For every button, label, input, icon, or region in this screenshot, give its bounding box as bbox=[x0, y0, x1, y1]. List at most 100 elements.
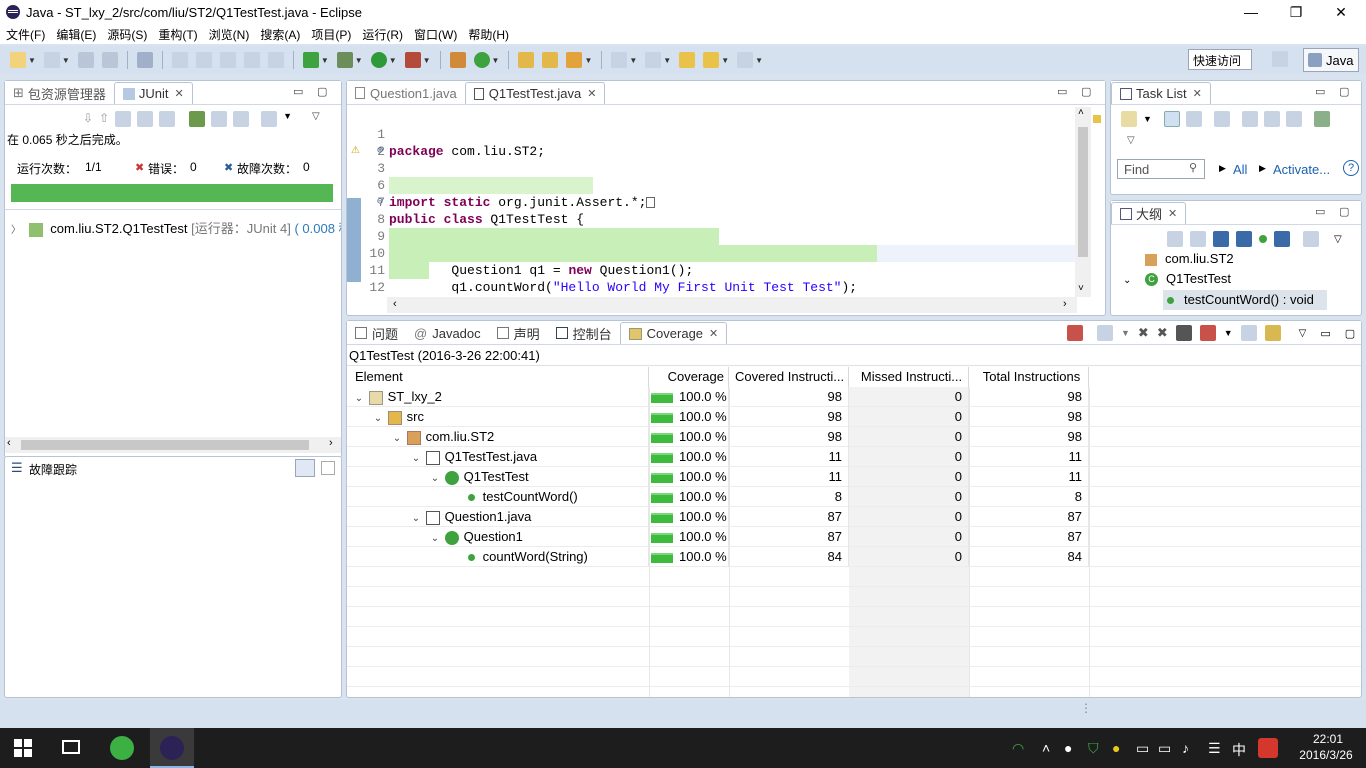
scroll-right-icon[interactable]: › bbox=[329, 437, 333, 449]
prev-annotation-icon[interactable] bbox=[645, 52, 662, 68]
coverage-run-icon[interactable] bbox=[302, 52, 319, 68]
notification-icon[interactable]: ☰ bbox=[1208, 740, 1221, 757]
hide-static-icon[interactable] bbox=[1236, 231, 1252, 247]
help-icon[interactable]: ? bbox=[1343, 160, 1359, 176]
debug-icon[interactable] bbox=[336, 52, 353, 68]
toggle-ant-icon[interactable] bbox=[195, 52, 212, 68]
col-covered[interactable]: Covered Instructi... bbox=[729, 367, 849, 387]
new-java-class-icon[interactable] bbox=[473, 52, 490, 68]
chevron-down-icon[interactable]: ⌄ bbox=[429, 469, 441, 489]
external-tools-icon[interactable] bbox=[404, 52, 421, 68]
maximize-view-icon[interactable]: ▢ bbox=[317, 85, 327, 98]
new-task-icon[interactable] bbox=[1121, 111, 1137, 127]
stop-icon[interactable] bbox=[233, 111, 250, 127]
tab-coverage[interactable]: Coverage ✕ bbox=[619, 322, 728, 344]
skip-breakpoints-icon[interactable] bbox=[136, 52, 153, 68]
maximize-view-icon[interactable]: ▢ bbox=[1081, 85, 1091, 98]
scroll-thumb[interactable] bbox=[1078, 127, 1088, 257]
rerun-failed-first-icon[interactable] bbox=[211, 111, 228, 127]
show-whitespace-icon[interactable] bbox=[267, 52, 284, 68]
link-editor-icon[interactable] bbox=[1264, 325, 1281, 341]
menu-edit[interactable]: 编辑(E) bbox=[56, 26, 96, 43]
new-wizard-icon[interactable] bbox=[43, 52, 60, 68]
wifi-icon[interactable]: ◠ bbox=[1012, 740, 1024, 757]
remove-session-icon[interactable]: ✖ bbox=[1138, 325, 1149, 341]
menu-file[interactable]: 文件(F) bbox=[6, 26, 45, 43]
relaunch-coverage-icon[interactable] bbox=[1067, 325, 1083, 341]
close-button[interactable]: ✕ bbox=[1318, 0, 1364, 24]
maximize-view-icon[interactable]: ▢ bbox=[1345, 327, 1355, 340]
minimize-view-icon[interactable]: ▭ bbox=[1057, 85, 1067, 98]
show-ui-legend-icon[interactable] bbox=[1313, 111, 1330, 127]
close-icon[interactable]: ✕ bbox=[175, 87, 184, 100]
scroll-up-icon[interactable]: ˄ bbox=[1078, 107, 1084, 118]
maximize-view-icon[interactable]: ▢ bbox=[1339, 205, 1349, 218]
back-icon[interactable] bbox=[703, 52, 720, 68]
menu-refactor[interactable]: 重构(T) bbox=[158, 26, 197, 43]
coverage-row[interactable]: ⌄ src 100.0 % 98 0 98 bbox=[347, 407, 1361, 427]
dump-data-icon[interactable] bbox=[1175, 325, 1192, 341]
activate-link[interactable]: Activate... bbox=[1273, 162, 1330, 177]
hide-fields-icon[interactable] bbox=[1213, 231, 1229, 247]
status-grip-icon[interactable]: ⋮ bbox=[1080, 702, 1092, 714]
tab-question1-java[interactable]: Question1.java bbox=[347, 82, 465, 104]
tab-declaration[interactable]: 声明 bbox=[489, 322, 548, 344]
coverage-row[interactable]: ⌄ Q1TestTest.java 100.0 % 11 0 11 bbox=[347, 447, 1361, 467]
device-icon[interactable]: ▭ bbox=[1136, 740, 1149, 757]
history-icon[interactable] bbox=[261, 111, 278, 127]
eclipse-taskbar-button[interactable] bbox=[150, 728, 194, 768]
coverage-row[interactable]: countWord(String) 100.0 % 84 0 84 bbox=[347, 547, 1361, 567]
coverage-row[interactable]: ⌄ Question1 100.0 % 87 0 87 bbox=[347, 527, 1361, 547]
collapse-all-icon[interactable] bbox=[1167, 231, 1183, 247]
minimize-view-icon[interactable]: ▭ bbox=[1320, 327, 1330, 340]
whitespace-icon[interactable] bbox=[243, 52, 260, 68]
open-perspective-icon[interactable] bbox=[1272, 51, 1288, 67]
col-element[interactable]: Element bbox=[349, 367, 649, 387]
search-icon[interactable] bbox=[566, 52, 583, 68]
collapse-icon[interactable]: ⊖ bbox=[377, 194, 383, 211]
coverage-row[interactable]: testCountWord() 100.0 % 8 0 8 bbox=[347, 487, 1361, 507]
save-all-icon[interactable] bbox=[101, 52, 118, 68]
chevron-up-icon[interactable]: ˄ bbox=[1042, 740, 1050, 756]
tab-javadoc[interactable]: @ Javadoc bbox=[406, 322, 489, 344]
save-icon[interactable] bbox=[77, 52, 94, 68]
view-menu-icon[interactable]: ▽ bbox=[1127, 135, 1135, 146]
minimize-button[interactable]: — bbox=[1228, 0, 1274, 24]
view-menu-icon[interactable]: ▽ bbox=[312, 111, 320, 127]
sessions-dropdown-icon[interactable]: ▼ bbox=[1121, 328, 1130, 338]
filter-stack-icon[interactable] bbox=[295, 459, 315, 477]
link-editor-icon[interactable] bbox=[1303, 231, 1319, 247]
maximize-view-icon[interactable]: ▢ bbox=[1339, 85, 1349, 98]
outline-method[interactable]: testCountWord() : void bbox=[1163, 290, 1327, 310]
categorized-icon[interactable] bbox=[1163, 111, 1180, 127]
java-perspective-button[interactable]: Java bbox=[1303, 48, 1359, 72]
clock-time[interactable]: 22:01 bbox=[1298, 732, 1358, 746]
rerun-test-icon[interactable] bbox=[189, 111, 206, 127]
minimize-view-icon[interactable]: ▭ bbox=[1315, 205, 1325, 218]
remove-all-sessions-icon[interactable]: ✖ bbox=[1157, 325, 1168, 341]
qq-icon[interactable]: ● bbox=[1064, 740, 1072, 756]
scroll-left-icon[interactable]: ‹ bbox=[393, 298, 397, 310]
focus-icon[interactable] bbox=[1263, 111, 1280, 127]
chevron-down-icon[interactable]: ⌄ bbox=[410, 449, 422, 469]
all-link[interactable]: All bbox=[1233, 162, 1247, 177]
menu-window[interactable]: 窗口(W) bbox=[414, 26, 457, 43]
test-tree-item[interactable]: 〉 com.liu.ST2.Q1TestTest [运行器：JUnit 4] (… bbox=[11, 218, 341, 237]
tab-junit[interactable]: JUnit ✕ bbox=[113, 82, 193, 104]
toggle-mark-icon[interactable] bbox=[171, 52, 188, 68]
menu-help[interactable]: 帮助(H) bbox=[468, 26, 509, 43]
chevron-down-icon[interactable]: ⌄ bbox=[391, 429, 403, 449]
new-java-package-icon[interactable] bbox=[449, 52, 466, 68]
expand-icon[interactable]: ⊕ bbox=[377, 143, 383, 160]
outline-class[interactable]: ⌄ C Q1TestTest bbox=[1123, 271, 1231, 287]
col-coverage[interactable]: Coverage bbox=[649, 367, 729, 387]
synchronize-icon[interactable] bbox=[1213, 111, 1230, 127]
col-total[interactable]: Total Instructions bbox=[969, 367, 1089, 387]
task-view-icon[interactable] bbox=[62, 740, 80, 754]
tab-q1testtest-java[interactable]: Q1TestTest.java ✕ bbox=[464, 82, 606, 104]
history-dropdown-icon[interactable]: ▼ bbox=[283, 111, 292, 127]
scroll-lock-icon[interactable] bbox=[137, 111, 154, 127]
sort-icon[interactable] bbox=[1190, 231, 1206, 247]
menu-run[interactable]: 运行(R) bbox=[362, 26, 403, 43]
chevron-down-icon[interactable]: ⌄ bbox=[372, 409, 384, 429]
